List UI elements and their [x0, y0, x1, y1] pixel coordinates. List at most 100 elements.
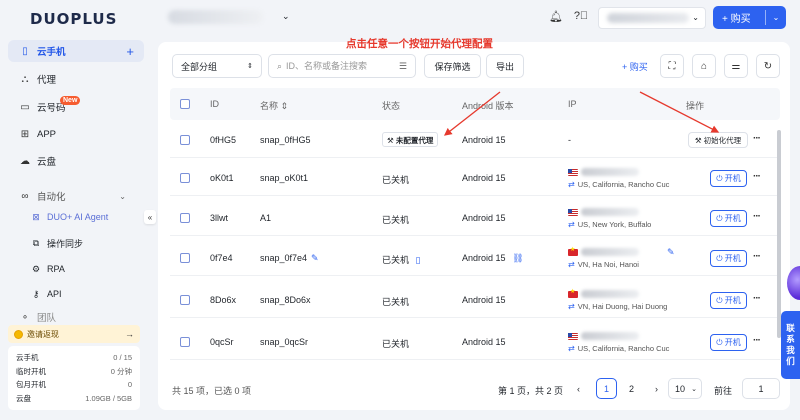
row-checkbox[interactable] [180, 213, 190, 223]
ip-address-redacted [581, 208, 639, 216]
sidebar-item-proxy[interactable]: ⛬ 代理 [8, 68, 144, 90]
sidebar-item-automation[interactable]: ∞ 自动化 ⌄ [8, 185, 144, 207]
more-options-icon[interactable]: ··· [753, 211, 761, 222]
save-filter-button[interactable]: 保存筛选 [424, 54, 481, 78]
table-row[interactable]: 3llwt A1 已关机 Android 15 ⇄ US, New York, B… [170, 200, 780, 236]
us-flag-icon [568, 208, 578, 216]
sidebar-item-rpa[interactable]: ⚙ RPA [30, 260, 65, 278]
edit-icon[interactable]: ✎ [667, 247, 675, 258]
sidebar-item-label: 云盘 [37, 157, 57, 168]
more-options-icon[interactable]: ··· [753, 335, 761, 346]
search-input[interactable] [286, 61, 397, 71]
row-checkbox[interactable] [180, 173, 190, 183]
table-row[interactable]: oK0t1 snap_oK0t1 已关机 Android 15 ⇄ US, Cal… [170, 160, 780, 196]
phone-id: 8Do6x [210, 295, 237, 305]
topbar: ⌄ 🔔︎ ?⃝ ⌄ + 购买 ⌄ [150, 0, 800, 36]
column-header-actions: 操作 [686, 101, 705, 111]
sidebar-item-api[interactable]: ⚷ API [30, 285, 62, 303]
row-checkbox[interactable] [180, 253, 190, 263]
init-proxy-label: 初始化代理 [703, 135, 742, 145]
chevron-updown-icon: ⇕ [247, 63, 253, 70]
invite-label: 邀请返现 [27, 329, 59, 339]
settings-sliders-icon[interactable]: ⚌ [724, 54, 748, 78]
quota-value: 0 / 15 [113, 353, 132, 363]
sidebar-item-ai-agent[interactable]: ⊠ DUO+ AI Agent [30, 208, 108, 226]
sidebar-item-op-sync[interactable]: ⧉ 操作同步 [30, 234, 83, 252]
page-button-1[interactable]: 1 [596, 378, 617, 399]
next-page-button[interactable]: › [646, 378, 667, 399]
account-selector[interactable]: ⌄ [598, 7, 706, 29]
screen-capture-icon[interactable]: ⛶ [660, 54, 684, 78]
collapse-sidebar-button[interactable]: « [144, 210, 156, 224]
table-row[interactable]: 8Do6x snap_8Do6x 已关机 Android 15 ⇄VN, Hai… [170, 282, 780, 318]
power-on-button[interactable]: ⏻ 开机 [710, 210, 747, 227]
power-on-button[interactable]: ⏻ 开机 [710, 292, 747, 309]
buy-link[interactable]: + 购买 [622, 60, 648, 73]
export-button[interactable]: 导出 [486, 54, 524, 78]
quota-value: 0 分钟 [110, 366, 132, 376]
column-header-status[interactable]: 状态 [382, 99, 400, 112]
table-scrollbar[interactable] [777, 130, 781, 338]
row-checkbox[interactable] [180, 337, 190, 347]
workspace-selector-redacted[interactable] [168, 10, 263, 24]
row-checkbox[interactable] [180, 295, 190, 305]
power-on-button[interactable]: ⏻ 开机 [710, 334, 747, 351]
column-header-ip[interactable]: IP [568, 99, 577, 109]
table-row[interactable]: 0f7e4 snap_0f7e4✎ 已关机 ▯ Android 15 ⛓ ✎ ⇄… [170, 240, 780, 276]
select-all-checkbox[interactable] [180, 99, 190, 109]
contact-us-tab[interactable]: 联 系 我 们 [781, 311, 800, 379]
more-options-icon[interactable]: ··· [753, 251, 761, 262]
quota-value: 0 [127, 380, 132, 390]
column-header-android[interactable]: Android 版本 [462, 99, 514, 112]
phone-name: snap_0fHG5 [260, 135, 311, 145]
quota-label: 云手机 [16, 353, 39, 363]
column-header-id[interactable]: ID [210, 99, 219, 109]
filter-icon[interactable]: ☰ [399, 61, 407, 72]
sidebar-item-label: 团队 [37, 313, 57, 324]
row-checkbox[interactable] [180, 135, 190, 145]
more-options-icon[interactable]: ··· [753, 293, 761, 304]
add-icon[interactable]: + [126, 44, 134, 59]
group-select[interactable]: 全部分组 ⇕ [172, 54, 262, 78]
table-row[interactable]: 0fHG5 snap_0fHG5 ⚒ 未配置代理 Android 15 - ⚒ … [170, 122, 780, 158]
sidebar-item-cloud-drive[interactable]: ☁ 云盘 [8, 150, 144, 172]
table-row[interactable]: 0qcSr snap_0qcSr 已关机 Android 15 ⇄ US, Cal… [170, 324, 780, 360]
chevron-down-icon[interactable]: ⌄ [766, 13, 786, 22]
search-box[interactable]: ⌕ ☰ [268, 54, 416, 78]
refresh-icon[interactable]: ↻ [756, 54, 780, 78]
prev-page-button[interactable]: ‹ [568, 378, 589, 399]
bell-icon[interactable]: 🔔︎ [548, 10, 564, 26]
goto-page-input[interactable]: 1 [742, 378, 780, 399]
status-badge[interactable]: ⚒ 未配置代理 [382, 132, 439, 147]
chevron-down-icon[interactable]: ⌄ [282, 11, 290, 22]
power-icon: ⏻ [716, 295, 723, 305]
more-options-icon[interactable]: ··· [753, 133, 761, 144]
ip-address-redacted [581, 248, 639, 256]
power-on-button[interactable]: ⏻ 开机 [710, 170, 747, 187]
ip-location: US, California, Rancho Cuc [577, 343, 670, 353]
vn-flag-icon [568, 288, 578, 298]
page-size-select[interactable]: 10 ⌄ [668, 378, 702, 399]
sidebar-item-team[interactable]: ∘ 团队 [8, 310, 144, 325]
annotation-text: 点击任意一个按钮开始代理配置 [346, 38, 493, 50]
power-icon: ⏻ [716, 337, 723, 347]
status-text: 已关机 [382, 215, 410, 225]
page-button-2[interactable]: 2 [621, 378, 642, 399]
sidebar-item-app[interactable]: ⊞ APP [8, 123, 144, 145]
status-text: 已关机 [382, 297, 410, 307]
buy-button[interactable]: + 购买 ⌄ [713, 6, 786, 29]
edit-icon[interactable]: ✎ [311, 253, 319, 263]
more-options-icon[interactable]: ··· [753, 171, 761, 182]
help-icon[interactable]: ?⃝ [573, 10, 589, 26]
power-on-button[interactable]: ⏻ 开机 [710, 250, 747, 267]
phone-name: snap_oK0t1 [260, 173, 309, 183]
sidebar-item-cloud-phone[interactable]: ▯ 云手机 + [8, 40, 144, 62]
init-proxy-button[interactable]: ⚒ 初始化代理 [688, 132, 748, 148]
sidebar-item-label: APP [37, 128, 57, 140]
swap-icon: ⇄ [568, 219, 575, 229]
power-icon: ⏻ [716, 173, 723, 183]
phone-name: snap_0qcSr [260, 337, 309, 347]
column-header-name[interactable]: 名称 ⇕ [260, 99, 288, 112]
tag-icon[interactable]: ⌂ [692, 54, 716, 78]
invite-cashback-banner[interactable]: 邀请返现 → [8, 325, 140, 343]
